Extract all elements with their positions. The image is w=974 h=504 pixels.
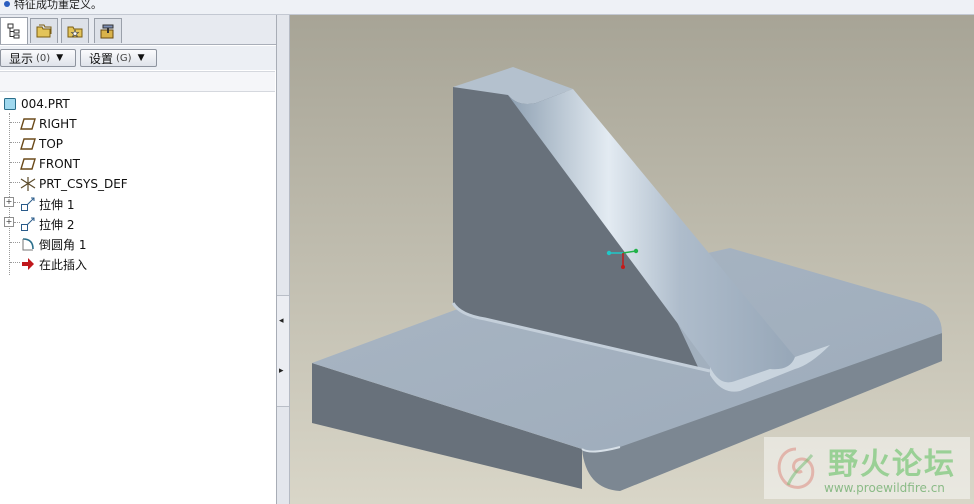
show-label: 显示 [9,51,34,66]
datum-plane-icon [20,116,36,132]
tree-item-label: 拉伸 1 [39,197,75,212]
csys-icon [20,176,36,192]
folders-icon [36,24,52,38]
datum-plane-icon [20,136,36,152]
chevron-down-icon: ▼ [137,53,145,63]
tree-item-label: RIGHT [39,117,77,131]
collapse-left-icon[interactable]: ◂ [279,316,284,326]
tree-connector [10,242,20,243]
expand-toggle-icon[interactable]: + [4,217,14,227]
insert-here-arrow-icon [20,256,36,272]
navigator-tabs [0,15,276,45]
tree-connector [10,182,20,183]
tree-item-round-1[interactable]: 倒圆角 1 [20,235,86,253]
message-text: 特征成功重定义。 [14,0,102,11]
extrude-icon [20,216,36,232]
datum-plane-icon [20,156,36,172]
show-dropdown[interactable]: 显示 (0) ▼ [0,49,76,67]
tree-item-top[interactable]: TOP [20,135,63,153]
tab-model-tree[interactable] [0,17,28,44]
tree-item-right[interactable]: RIGHT [20,115,77,133]
tree-item-extrude-1[interactable]: 拉伸 1 [20,195,74,213]
tree-item-label: 在此插入 [39,257,88,272]
tools-icon [100,24,114,39]
tree-item-extrude-2[interactable]: 拉伸 2 [20,215,74,233]
chevron-down-icon: ▼ [56,53,64,63]
tree-item-label: 拉伸 2 [39,217,75,232]
forum-watermark: 野火论坛 www.proewildfire.cn [764,437,970,499]
splitter-handle[interactable]: ◂ ▸ [277,295,289,407]
tree-item-insert-here[interactable]: 在此插入 [20,255,87,273]
info-icon [4,1,10,7]
tree-item-label: PRT_CSYS_DEF [39,177,128,191]
navigator-panel: 显示 (0) ▼ 设置 (G) ▼ 004.PRT RIGHT TOP FRON… [0,15,277,504]
watermark-title: 野火论坛 [828,447,956,482]
model-tree-icon [7,23,20,39]
tab-connections[interactable] [94,18,122,43]
settings-shortcut: (G) [116,52,132,64]
tree-connector [10,262,20,263]
tree-item-label: 倒圆角 1 [39,237,87,252]
message-bar: 特征成功重定义。 [0,0,974,15]
round-icon [20,236,36,252]
settings-label: 设置 [89,51,114,66]
favorites-folder-icon [67,26,83,38]
tree-toolbar: 显示 (0) ▼ 设置 (G) ▼ [0,46,276,70]
tree-connector [10,122,20,123]
part-icon [2,96,18,112]
tree-item-front[interactable]: FRONT [20,155,80,173]
extrude-icon [20,196,36,212]
tree-root[interactable]: 004.PRT [2,95,70,113]
tree-connector [10,162,20,163]
tree-item-label: TOP [39,137,64,151]
panel-splitter[interactable]: ◂ ▸ [277,15,290,504]
tree-filter-bar[interactable] [0,71,275,92]
tree-item-label: FRONT [39,157,80,171]
tab-favorites[interactable] [61,18,89,43]
settings-dropdown[interactable]: 设置 (G) ▼ [80,49,157,67]
show-shortcut: (0) [36,52,51,64]
tree-item-csys[interactable]: PRT_CSYS_DEF [20,175,128,193]
expand-toggle-icon[interactable]: + [4,197,14,207]
tab-folder-browser[interactable] [30,18,58,43]
watermark-url: www.proewildfire.cn [824,481,945,495]
tree-connector [10,142,20,143]
tree-root-label: 004.PRT [21,97,70,111]
expand-right-icon[interactable]: ▸ [279,366,284,376]
graphics-viewport[interactable] [290,15,974,504]
watermark-logo-icon [777,447,815,489]
model-view [290,15,974,504]
tree-connector [9,113,10,275]
